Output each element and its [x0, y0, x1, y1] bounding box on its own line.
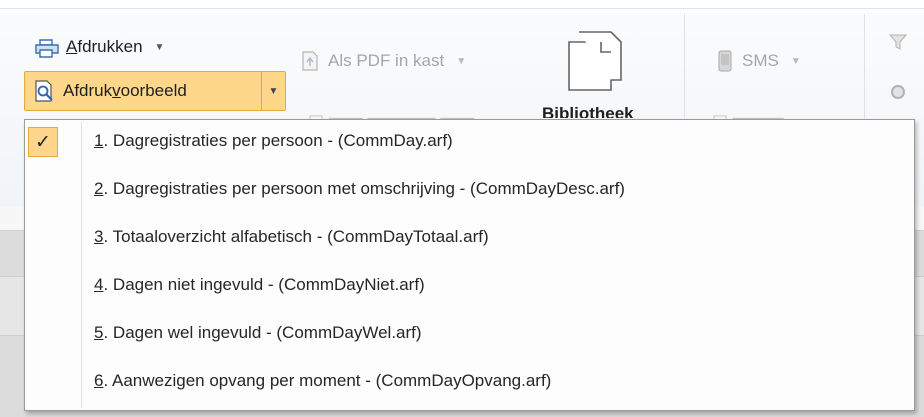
preview-label-post: oorbeeld: [120, 81, 187, 100]
preview-label-pre: Afdruk: [63, 81, 113, 100]
menu-item-label: 6. Aanwezigen opvang per moment - (CommD…: [94, 371, 551, 391]
print-accel: A: [66, 37, 78, 56]
filter-icon[interactable]: [888, 32, 908, 52]
menu-item-label: 4. Dagen niet ingevuld - (CommDayNiet.ar…: [94, 275, 425, 295]
menu-item-commdaytotaal[interactable]: 3. Totaaloverzicht alfabetisch - (CommDa…: [25, 217, 914, 257]
printer-icon: [35, 39, 59, 58]
menu-item-commdayopvang[interactable]: 6. Aanwezigen opvang per moment - (CommD…: [25, 361, 914, 401]
menu-item-text: . Totaaloverzicht alfabetisch - (CommDay…: [103, 227, 489, 246]
menu-item-text: . Dagregistraties per persoon - (CommDay…: [103, 131, 453, 150]
pdf-in-kast-button[interactable]: Als PDF in kast ▼: [300, 50, 466, 72]
check-icon: ✓: [28, 127, 58, 157]
sms-dropdown-arrow[interactable]: ▼: [791, 56, 801, 67]
pdf-dropdown-arrow[interactable]: ▼: [456, 56, 466, 67]
gear-icon: [891, 85, 905, 99]
print-label-rest: fdrukken: [77, 37, 143, 56]
funnel-icon: [888, 34, 908, 50]
library-label: Bibliotheek: [542, 104, 634, 118]
print-label: Afdrukken: [66, 37, 143, 57]
phone-icon: [718, 50, 732, 72]
settings-shortcut-icon[interactable]: [888, 82, 908, 102]
menu-item-text: . Dagen wel ingevuld - (CommDayWel.arf): [103, 323, 422, 342]
sms-button[interactable]: SMS ▼: [718, 50, 801, 72]
menu-item-commdaywel[interactable]: 5. Dagen wel ingevuld - (CommDayWel.arf): [25, 313, 914, 353]
menu-item-text: . Aanwezigen opvang per moment - (CommDa…: [103, 371, 552, 390]
menu-item-commday[interactable]: ✓ 1. Dagregistraties per persoon - (Comm…: [25, 121, 914, 161]
menu-item-text: . Dagen niet ingevuld - (CommDayNiet.arf…: [103, 275, 425, 294]
print-preview-menu: ✓ 1. Dagregistraties per persoon - (Comm…: [24, 119, 915, 411]
print-preview-button[interactable]: Afdrukvoorbeeld ▼: [24, 71, 286, 111]
pdf-icon: [302, 51, 318, 71]
menu-item-text: . Dagregistraties per persoon met omschr…: [103, 179, 625, 198]
pdf-label: Als PDF in kast: [328, 51, 445, 70]
print-dropdown-arrow[interactable]: ▼: [155, 42, 165, 53]
library-icon: [568, 31, 622, 91]
menu-item-label: 2. Dagregistraties per persoon met omsch…: [94, 179, 625, 199]
library-button[interactable]: [563, 28, 627, 94]
menu-item-commdaydesc[interactable]: 2. Dagregistraties per persoon met omsch…: [25, 169, 914, 209]
ribbon-top-border: [0, 0, 924, 9]
print-preview-main[interactable]: Afdrukvoorbeeld: [25, 72, 261, 110]
print-preview-label: Afdrukvoorbeeld: [63, 81, 187, 101]
print-preview-dropdown-arrow[interactable]: ▼: [262, 86, 285, 97]
print-preview-icon: [35, 80, 53, 102]
menu-item-label: 1. Dagregistraties per persoon - (CommDa…: [94, 131, 453, 151]
sms-label: SMS: [742, 51, 779, 70]
print-button[interactable]: Afdrukken ▼: [34, 36, 164, 58]
menu-item-label: 3. Totaaloverzicht alfabetisch - (CommDa…: [94, 227, 489, 247]
preview-accel: v: [112, 81, 121, 100]
menu-item-commdayniet[interactable]: 4. Dagen niet ingevuld - (CommDayNiet.ar…: [25, 265, 914, 305]
menu-item-label: 5. Dagen wel ingevuld - (CommDayWel.arf): [94, 323, 422, 343]
